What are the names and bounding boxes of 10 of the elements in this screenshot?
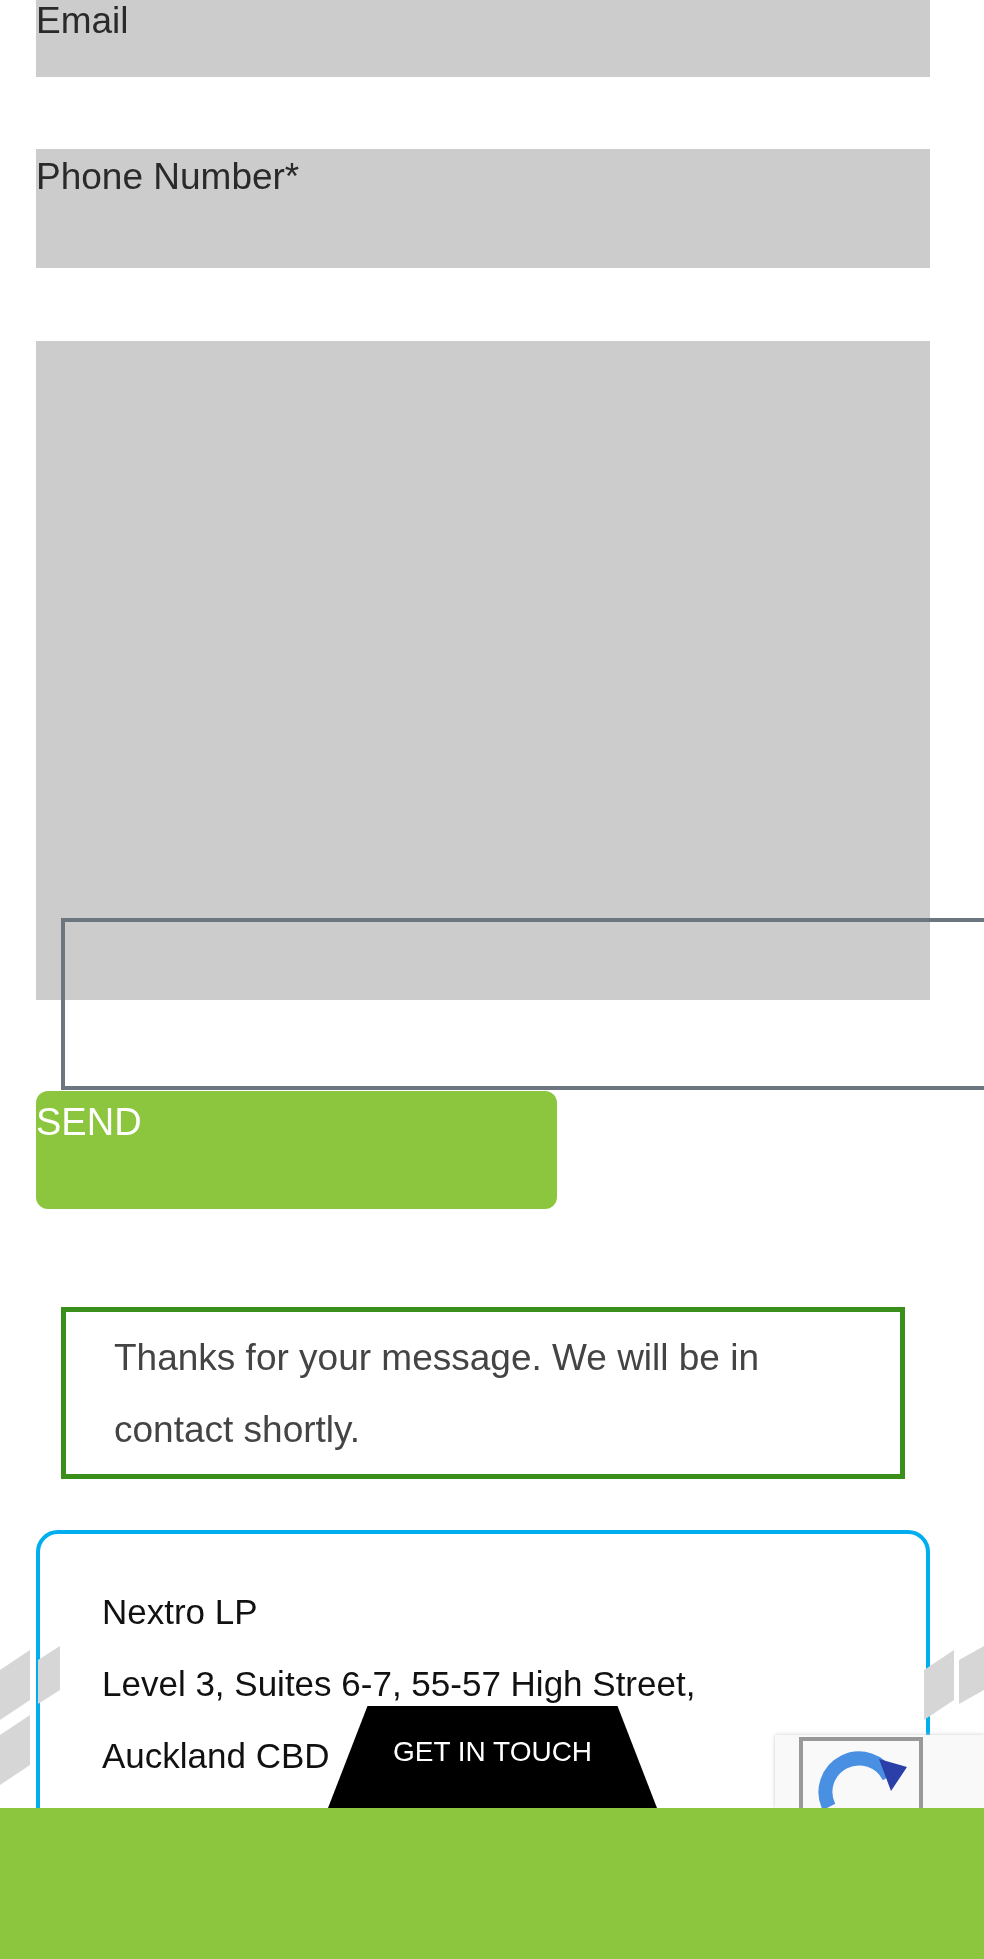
captcha-badge[interactable] (775, 1735, 984, 1808)
address-line: Level 3, Suites 6-7, 55-57 High Street, (102, 1663, 696, 1705)
confirmation-message: Thanks for your message. We will be in contact shortly. (61, 1307, 905, 1479)
text-field[interactable]: Email (36, 0, 930, 77)
message-field[interactable] (36, 341, 930, 1000)
address-line: Auckland CBD (102, 1735, 330, 1777)
address-line: Nextro LP (102, 1591, 258, 1633)
recaptcha-icon (799, 1737, 923, 1808)
text-field[interactable]: Phone Number* (36, 149, 930, 268)
contact-tab[interactable]: GET IN TOUCH (328, 1706, 657, 1808)
